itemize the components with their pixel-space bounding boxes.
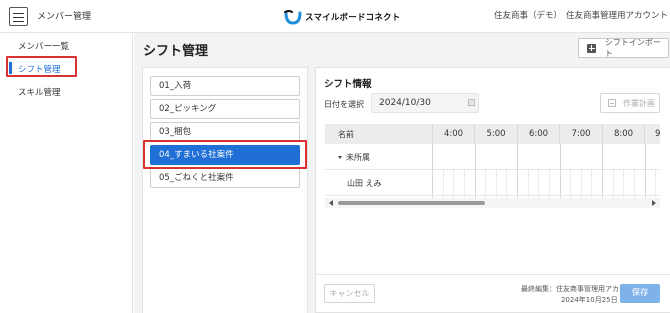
time-gridline bbox=[442, 170, 444, 198]
group-label: 未所属 bbox=[338, 152, 370, 163]
time-gridline bbox=[474, 144, 476, 198]
sidebar-item-skill[interactable]: スキル管理 bbox=[18, 86, 61, 98]
date-input[interactable]: 2024/10/30 bbox=[371, 93, 479, 113]
hour-header: 9 bbox=[644, 124, 660, 144]
last-edit-label: 最終編集：住友商事管理用アカウント bbox=[521, 285, 640, 293]
time-gridline bbox=[548, 170, 550, 198]
time-gridline bbox=[453, 170, 455, 198]
project-item[interactable]: 01_入荷 bbox=[150, 76, 300, 96]
grid-header: 名前 4:00 5:00 6:00 7:00 8:00 9 bbox=[325, 124, 660, 144]
logo-text: スマイルボードコネクト bbox=[305, 13, 401, 23]
time-gridline bbox=[612, 170, 614, 198]
time-gridline bbox=[591, 170, 593, 198]
time-gridline bbox=[495, 170, 497, 198]
footer-divider bbox=[316, 274, 670, 275]
time-gridline bbox=[506, 170, 508, 198]
name-column-divider bbox=[432, 144, 433, 198]
last-edit-time: 2024年10月25日 20:11 bbox=[560, 296, 640, 304]
project-item[interactable]: 03_梱包 bbox=[150, 122, 300, 142]
shift-import-label: シフトインポート bbox=[604, 38, 661, 58]
date-select-label: 日付を選択 bbox=[324, 100, 364, 109]
app-header: メンバー管理 スマイルボードコネクト 住友商事（デモ） 住友商事管理用アカウント bbox=[0, 0, 670, 33]
work-plan-icon bbox=[608, 99, 616, 107]
collapse-arrow-icon bbox=[338, 156, 342, 159]
scroll-thumb[interactable] bbox=[338, 201, 485, 205]
name-column-header: 名前 bbox=[338, 130, 354, 139]
work-plan-button[interactable]: 作業計画 bbox=[600, 93, 660, 113]
sidebar-item-member-list[interactable]: メンバー一覧 bbox=[18, 40, 69, 52]
time-gridline bbox=[570, 170, 572, 198]
company-name[interactable]: 住友商事（デモ） bbox=[494, 9, 562, 21]
horizontal-scrollbar[interactable] bbox=[325, 198, 660, 208]
shift-info-title: シフト情報 bbox=[324, 79, 372, 90]
calendar-icon[interactable] bbox=[468, 99, 475, 106]
time-gridline bbox=[633, 170, 635, 198]
time-gridline bbox=[580, 170, 582, 198]
hour-header: 7:00 bbox=[559, 124, 602, 144]
highlight-box-project bbox=[143, 140, 307, 169]
logo-smile-icon bbox=[284, 10, 302, 25]
header-title: メンバー管理 bbox=[37, 12, 92, 22]
project-item[interactable]: 05_ごねくと社案件 bbox=[150, 168, 300, 188]
time-gridline bbox=[602, 144, 603, 198]
plus-square-icon bbox=[587, 43, 596, 53]
work-plan-label: 作業計画 bbox=[623, 98, 655, 108]
shift-import-button[interactable]: シフトインポート bbox=[578, 38, 669, 58]
member-row[interactable]: 山田 えみ bbox=[325, 170, 660, 196]
scroll-left-icon[interactable] bbox=[329, 200, 333, 206]
hour-header: 6:00 bbox=[517, 124, 559, 144]
project-item[interactable]: 02_ピッキング bbox=[150, 99, 300, 119]
page-title: シフト管理 bbox=[143, 44, 209, 59]
grid-body: 未所属 山田 えみ bbox=[325, 144, 660, 198]
time-gridline bbox=[644, 144, 646, 198]
time-gridline bbox=[485, 170, 487, 198]
time-gridline bbox=[559, 144, 561, 198]
app-logo[interactable]: スマイルボードコネクト bbox=[283, 7, 400, 27]
hamburger-menu-icon[interactable] bbox=[9, 7, 28, 26]
save-button[interactable]: 保存 bbox=[620, 284, 660, 303]
hour-header: 4:00 bbox=[432, 124, 474, 144]
scroll-right-icon[interactable] bbox=[652, 200, 656, 206]
highlight-box-sidebar bbox=[6, 56, 77, 77]
group-row[interactable]: 未所属 bbox=[325, 144, 660, 170]
time-gridline bbox=[655, 170, 657, 198]
time-gridline bbox=[527, 170, 529, 198]
time-gridline bbox=[463, 170, 465, 198]
hour-header: 5:00 bbox=[474, 124, 517, 144]
shift-grid: 名前 4:00 5:00 6:00 7:00 8:00 9 未所属 山田 えみ bbox=[325, 124, 660, 208]
last-edit-info: 最終編集：住友商事管理用アカウント 2024年10月25日 20:11 bbox=[490, 284, 640, 306]
time-gridline bbox=[623, 170, 625, 198]
account-name[interactable]: 住友商事管理用アカウント bbox=[566, 9, 668, 21]
hour-header: 8:00 bbox=[602, 124, 644, 144]
group-label-text: 未所属 bbox=[346, 153, 370, 162]
cancel-button[interactable]: キャンセル bbox=[324, 284, 375, 303]
time-gridline bbox=[517, 144, 518, 198]
member-name: 山田 えみ bbox=[347, 179, 382, 188]
time-gridline bbox=[538, 170, 540, 198]
